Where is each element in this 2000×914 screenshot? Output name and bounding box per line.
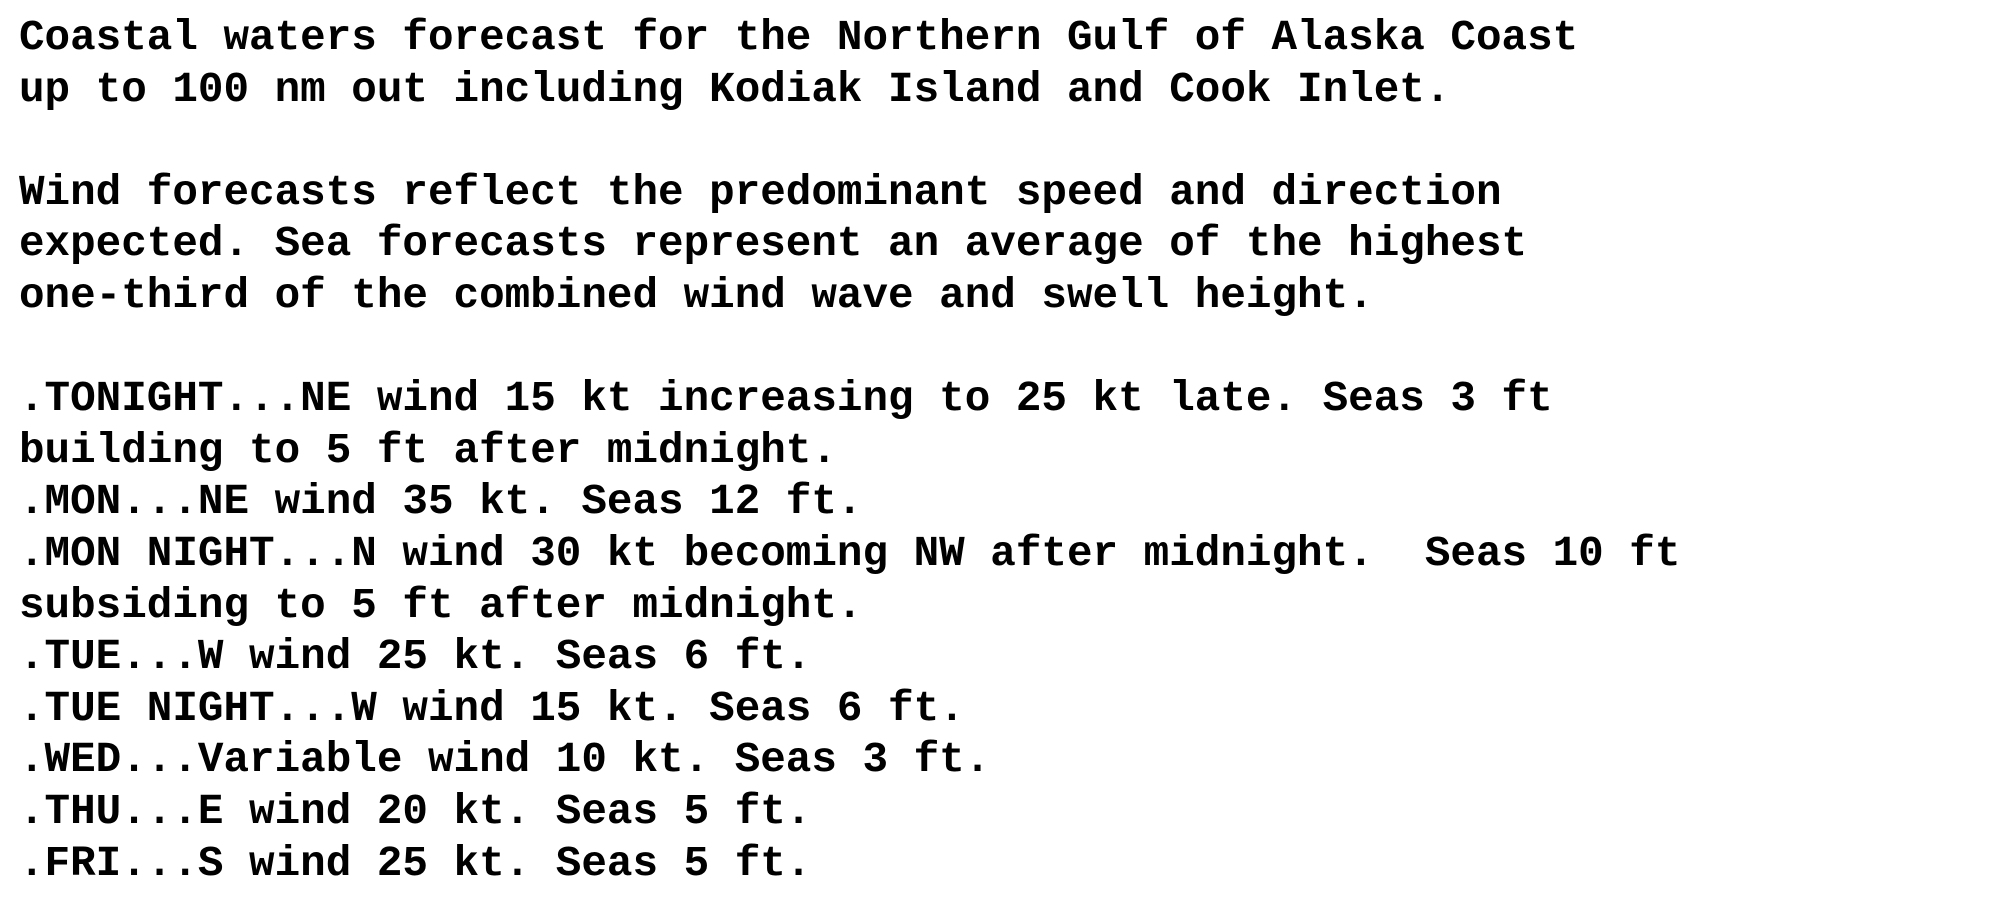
disclaimer-line: one-third of the combined wind wave and …: [19, 271, 1374, 320]
forecast-period-thu: .THU...E wind 20 kt. Seas 5 ft.: [19, 787, 812, 836]
forecast-period-tonight: .TONIGHT...NE wind 15 kt increasing to 2…: [19, 375, 1553, 424]
forecast-period-tonight-cont: building to 5 ft after midnight.: [19, 426, 837, 475]
forecast-period-mon-night: .MON NIGHT...N wind 30 kt becoming NW af…: [19, 529, 1681, 578]
forecast-period-tue-night: .TUE NIGHT...W wind 15 kt. Seas 6 ft.: [19, 684, 965, 733]
intro-line: up to 100 nm out including Kodiak Island…: [19, 65, 1451, 114]
forecast-period-fri: .FRI...S wind 25 kt. Seas 5 ft.: [19, 839, 812, 888]
intro-line: Coastal waters forecast for the Northern…: [19, 14, 1579, 62]
forecast-period-mon-night-cont: subsiding to 5 ft after midnight.: [19, 581, 863, 630]
disclaimer-line: Wind forecasts reflect the predominant s…: [19, 168, 1502, 217]
forecast-period-mon: .MON...NE wind 35 kt. Seas 12 ft.: [19, 478, 863, 527]
forecast-period-wed: .WED...Variable wind 10 kt. Seas 3 ft.: [19, 736, 991, 785]
forecast-period-tue: .TUE...W wind 25 kt. Seas 6 ft.: [19, 633, 812, 682]
marine-forecast-text: Coastal waters forecast for the Northern…: [19, 13, 1680, 890]
disclaimer-line: expected. Sea forecasts represent an ave…: [19, 220, 1528, 269]
